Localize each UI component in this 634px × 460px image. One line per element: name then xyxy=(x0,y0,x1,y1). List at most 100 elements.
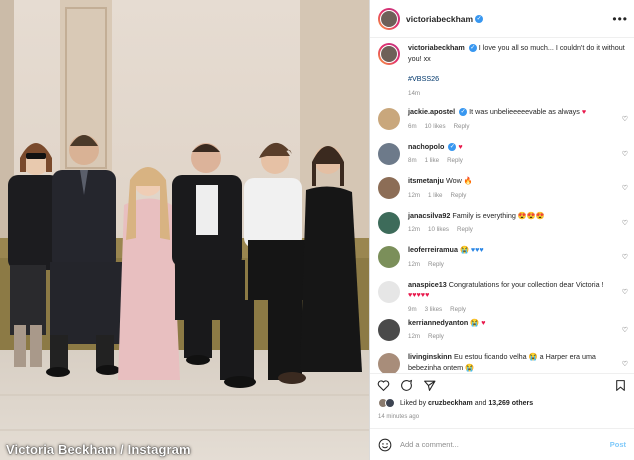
comment-item: itsmetanju Wow 🔥 12m 1 like Reply ♡ xyxy=(378,176,628,208)
heart-icon[interactable] xyxy=(377,379,390,392)
likes-user[interactable]: cruzbeckham xyxy=(428,400,473,407)
comment-item: kerriannedyanton 😭 ♥ 12m Reply ♡ xyxy=(378,318,628,350)
likes-count[interactable]: 13,269 others xyxy=(488,400,533,407)
comment-meta: 12m 10 likes Reply xyxy=(408,225,618,236)
emoji-icon[interactable] xyxy=(378,438,392,452)
commenter-username[interactable]: leoferreiramua xyxy=(408,245,458,254)
commenter-avatar[interactable] xyxy=(378,318,400,341)
caption-time: 14m xyxy=(408,89,421,97)
comment-meta: 8m 1 like Reply xyxy=(408,156,618,167)
likes-summary: Liked by cruzbeckham and 13,269 others xyxy=(378,398,628,408)
share-icon[interactable] xyxy=(423,379,436,392)
reply-button[interactable]: Reply xyxy=(428,261,444,268)
post-panel: victoriabeckham ✓ ••• victoriabeckham ✓ I… xyxy=(369,0,634,460)
commenter-avatar[interactable] xyxy=(378,108,400,130)
family-photo-illustration xyxy=(0,0,369,460)
comment-item: nachopolo ✓ ♥ 8m 1 like Reply ♡ xyxy=(378,142,628,174)
reply-button[interactable]: Reply xyxy=(454,123,470,130)
comment-item: leoferreiramua 😭 ♥♥♥ 12m Reply ♡ xyxy=(378,245,628,277)
post-caption: victoriabeckham ✓ I love you all so much.… xyxy=(378,43,628,99)
bookmark-icon[interactable] xyxy=(614,379,627,392)
comment-likes[interactable]: 10 likes xyxy=(428,226,449,233)
like-comment-icon[interactable]: ♡ xyxy=(622,253,628,261)
comment-meta: 9m 3 likes Reply xyxy=(408,305,618,316)
reply-button[interactable]: Reply xyxy=(447,157,463,164)
author-username[interactable]: victoriabeckham xyxy=(406,14,473,24)
photo-credit: Victoria Beckham / Instagram xyxy=(6,442,191,457)
comment-text: It was unbelieeeeevable as always xyxy=(469,107,582,116)
commenter-username[interactable]: anaspice13 xyxy=(408,280,447,289)
reply-button[interactable]: Reply xyxy=(457,226,473,233)
verified-icon: ✓ xyxy=(448,142,457,151)
comment-input[interactable] xyxy=(400,440,610,449)
like-comment-icon[interactable]: ♡ xyxy=(622,184,628,192)
comment-text: Wow xyxy=(445,176,464,185)
comment-likes[interactable]: 1 like xyxy=(428,192,442,199)
like-comment-icon[interactable]: ♡ xyxy=(622,219,628,227)
reply-button[interactable]: Reply xyxy=(450,306,466,313)
likes-prefix: Liked by xyxy=(400,399,427,407)
comment-meta: 6m 10 likes Reply xyxy=(408,122,618,133)
comment-emoji: ♥ xyxy=(458,141,463,151)
liker-avatars xyxy=(378,398,396,408)
action-bar xyxy=(370,373,634,397)
comment-likes[interactable]: 3 likes xyxy=(425,306,443,313)
like-comment-icon[interactable]: ♡ xyxy=(622,326,628,334)
comment-likes[interactable]: 1 like xyxy=(425,157,439,164)
author-avatar[interactable] xyxy=(378,43,400,65)
comment-emoji: ♥♥♥♥♥ xyxy=(408,290,430,299)
comment-time: 6m xyxy=(408,122,417,130)
more-options-icon[interactable]: ••• xyxy=(612,12,628,26)
comments-list[interactable]: victoriabeckham ✓ I love you all so much.… xyxy=(370,39,634,373)
comment-emoji: ♥ xyxy=(581,107,587,116)
comment-item: jackie.apostel ✓ It was unbelieeeeevable … xyxy=(378,107,628,139)
comment-time: 12m xyxy=(408,226,421,233)
add-comment-row: Post xyxy=(370,428,634,460)
comment-emoji: 😭 ♥ xyxy=(470,317,486,327)
commenter-avatar[interactable] xyxy=(378,211,400,234)
commenter-username[interactable]: livinginskinn xyxy=(408,352,452,361)
commenter-username[interactable]: itsmetanju xyxy=(408,176,444,185)
verified-icon: ✓ xyxy=(475,14,484,23)
commenter-username[interactable]: nachopolo xyxy=(408,142,444,151)
comment-meta: 12m Reply xyxy=(408,332,618,343)
like-comment-icon[interactable]: ♡ xyxy=(622,150,628,158)
comment-meta: 12m 1 like Reply xyxy=(408,191,618,202)
likes-mid: and xyxy=(474,399,487,407)
comment-emoji: 🔥 xyxy=(463,176,473,185)
caption-username[interactable]: victoriabeckham xyxy=(408,43,465,52)
comment-emoji: 😍😍😍 xyxy=(517,210,545,220)
comment-likes[interactable]: 10 likes xyxy=(425,123,446,130)
commenter-avatar[interactable] xyxy=(378,142,400,165)
commenter-avatar[interactable] xyxy=(378,246,400,268)
comment-icon[interactable] xyxy=(400,379,413,392)
commenter-avatar[interactable] xyxy=(378,353,400,373)
comment-time: 9m xyxy=(408,305,417,313)
like-comment-icon[interactable]: ♡ xyxy=(622,115,628,123)
post-button[interactable]: Post xyxy=(610,440,626,449)
commenter-username[interactable]: janacsilva92 xyxy=(408,211,450,220)
comment-text: Congratulations for your collection dear… xyxy=(448,279,604,289)
verified-icon: ✓ xyxy=(459,108,468,117)
commenter-username[interactable]: kerriannedyanton xyxy=(408,318,468,327)
post-photo[interactable]: Victoria Beckham / Instagram xyxy=(0,0,369,460)
comment-time: 12m xyxy=(408,333,421,340)
post-time: 14 minutes ago xyxy=(378,414,420,420)
comment-text: Family is everything xyxy=(452,210,518,220)
commenter-avatar[interactable] xyxy=(378,177,400,199)
hashtag-link[interactable]: #VBSS26 xyxy=(408,74,628,85)
comment-time: 12m xyxy=(408,260,421,268)
comment-item: janacsilva92 Family is everything 😍😍😍 12m 1… xyxy=(378,211,628,243)
reply-button[interactable]: Reply xyxy=(451,192,467,199)
commenter-avatar[interactable] xyxy=(378,280,400,303)
comment-item: anaspice13 Congratulations for your colle… xyxy=(378,280,628,316)
like-comment-icon[interactable]: ♡ xyxy=(622,360,628,368)
like-comment-icon[interactable]: ♡ xyxy=(622,288,628,296)
verified-icon: ✓ xyxy=(468,44,477,53)
author-avatar[interactable] xyxy=(378,7,400,30)
reply-button[interactable]: Reply xyxy=(428,333,444,340)
commenter-username[interactable]: jackie.apostel xyxy=(408,107,455,116)
comment-time: 12m xyxy=(408,191,421,199)
avatar xyxy=(385,398,395,408)
comment-rows: jackie.apostel ✓ It was unbelieeeeevable … xyxy=(378,107,628,373)
